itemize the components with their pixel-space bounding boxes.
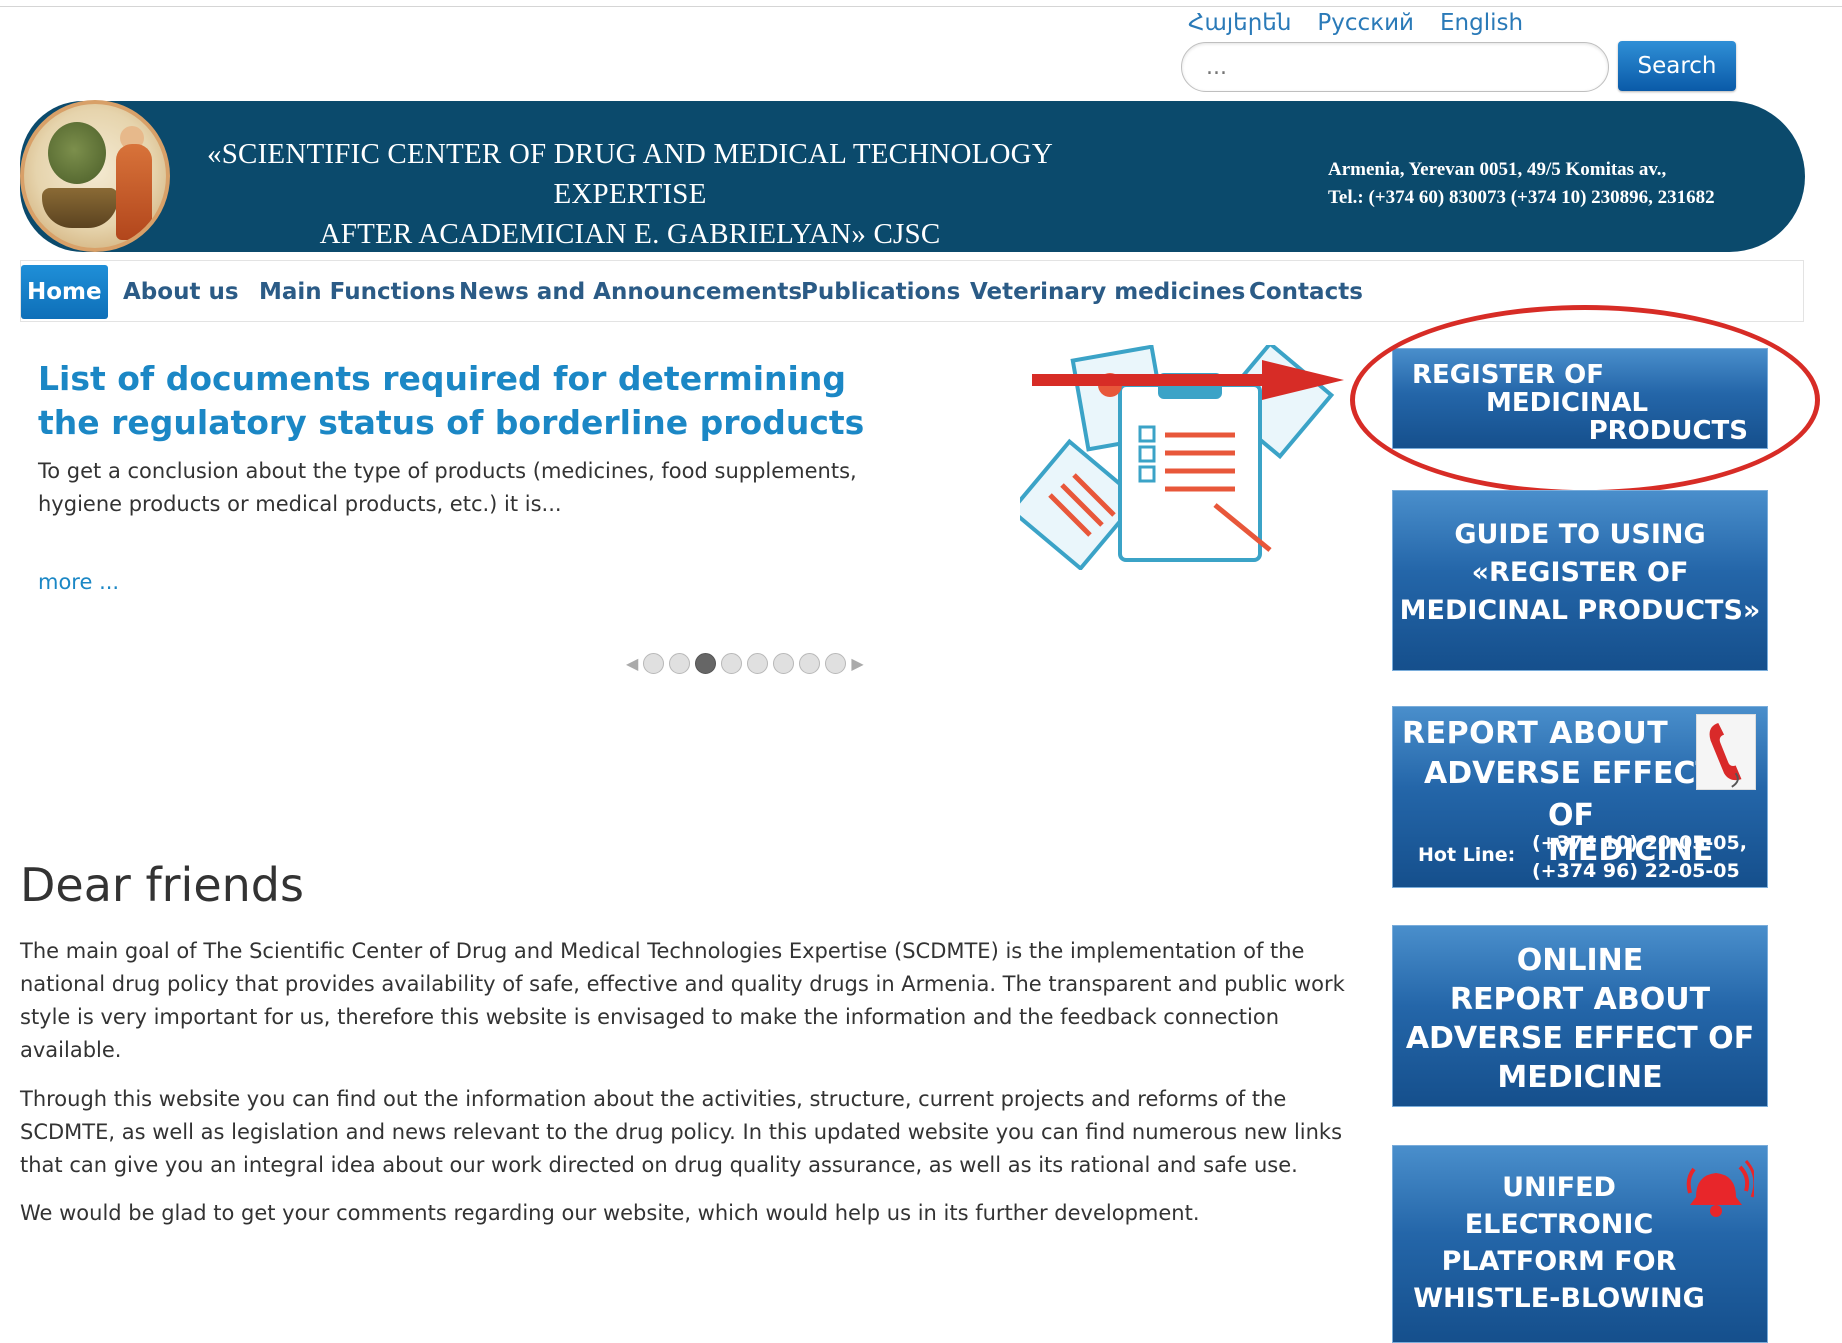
nav-news-announcements[interactable]: News and Announcements bbox=[459, 261, 802, 323]
page-heading: Dear friends bbox=[20, 858, 304, 912]
intro-paragraph-3: We would be glad to get your comments re… bbox=[20, 1201, 1200, 1225]
slide-more-link[interactable]: more ... bbox=[38, 570, 119, 594]
online-banner-line4: MEDICINE bbox=[1497, 1060, 1663, 1095]
nav-publications[interactable]: Publications bbox=[801, 261, 960, 323]
top-divider bbox=[0, 6, 1842, 7]
whistle-blowing-platform-banner[interactable]: UNIFED ELECTRONIC PLATFORM FOR WHISTLE-B… bbox=[1392, 1145, 1768, 1343]
guide-banner-line1: GUIDE TO USING bbox=[1454, 519, 1706, 550]
whistle-banner-line4: WHISTLE-BLOWING bbox=[1413, 1283, 1705, 1314]
nav-main-functions[interactable]: Main Functions bbox=[259, 261, 455, 323]
annotation-arrow-icon bbox=[1032, 360, 1344, 400]
annotation-highlight-ellipse bbox=[1350, 305, 1820, 495]
nav-contacts[interactable]: Contacts bbox=[1249, 261, 1363, 323]
hotline-phone-2: (+374 96) 22-05-05 bbox=[1532, 860, 1740, 882]
whistle-banner-text: UNIFED ELECTRONIC PLATFORM FOR WHISTLE-B… bbox=[1392, 1169, 1726, 1317]
intro-paragraph-1: The main goal of The Scientific Center o… bbox=[20, 939, 1345, 1062]
online-banner-line1: ONLINE bbox=[1516, 943, 1644, 978]
slider-dot[interactable] bbox=[825, 652, 847, 674]
lang-russian[interactable]: Русский bbox=[1317, 10, 1414, 42]
slider-pagination: ◀ ▶ bbox=[626, 652, 864, 674]
nav-home[interactable]: Home bbox=[21, 265, 108, 319]
logo-tree-icon bbox=[48, 122, 106, 184]
site-title: «SCIENTIFIC CENTER OF DRUG AND MEDICAL T… bbox=[200, 134, 1060, 254]
intro-paragraph-2: Through this website you can find out th… bbox=[20, 1087, 1343, 1177]
online-banner-line2: REPORT ABOUT bbox=[1449, 982, 1711, 1017]
search-input[interactable] bbox=[1181, 42, 1609, 92]
alarm-bell-icon bbox=[1686, 1160, 1754, 1217]
language-switcher: Հայերեն Русский English bbox=[1188, 10, 1523, 42]
slider-dot-active[interactable] bbox=[695, 652, 717, 674]
lang-armenian[interactable]: Հայերեն bbox=[1188, 10, 1291, 42]
whistle-banner-line3: PLATFORM FOR bbox=[1441, 1246, 1677, 1277]
lang-english[interactable]: English bbox=[1440, 10, 1523, 42]
site-logo[interactable] bbox=[20, 100, 170, 252]
slider-prev-icon[interactable]: ◀ bbox=[626, 654, 638, 673]
header-address: Armenia, Yerevan 0051, 49/5 Komitas av., bbox=[1328, 159, 1667, 180]
telephone-icon bbox=[1696, 714, 1756, 790]
slider-dot[interactable] bbox=[721, 652, 743, 674]
header-contacts: Armenia, Yerevan 0051, 49/5 Komitas av.,… bbox=[1328, 156, 1808, 212]
hotline-phone-1: (+374 10) 20-05-05, bbox=[1532, 832, 1747, 854]
nav-veterinary-medicines[interactable]: Veterinary medicines bbox=[970, 261, 1245, 323]
hotline-label: Hot Line: bbox=[1418, 844, 1516, 866]
search-button[interactable]: Search bbox=[1618, 41, 1736, 91]
slide-text: To get a conclusion about the type of pr… bbox=[38, 459, 857, 516]
slider-dot[interactable] bbox=[799, 652, 821, 674]
report-banner-line2: ADVERSE EFFECT bbox=[1424, 756, 1716, 791]
whistle-banner-line1: UNIFED bbox=[1502, 1172, 1616, 1203]
guide-register-banner[interactable]: GUIDE TO USING «REGISTER OF MEDICINAL PR… bbox=[1392, 490, 1768, 671]
slide-title[interactable]: List of documents required for determini… bbox=[38, 357, 898, 445]
slider-dot[interactable] bbox=[643, 652, 665, 674]
online-report-adverse-effect-banner[interactable]: ONLINE REPORT ABOUT ADVERSE EFFECT OF ME… bbox=[1392, 925, 1768, 1107]
logo-figure-icon bbox=[116, 144, 152, 240]
site-title-line2: AFTER ACADEMICIAN E. GABRIELYAN» CJSC bbox=[319, 218, 941, 250]
report-banner-line1: REPORT ABOUT bbox=[1402, 716, 1669, 751]
guide-banner-line2: «REGISTER OF bbox=[1471, 557, 1689, 588]
slider-dot[interactable] bbox=[747, 652, 769, 674]
site-title-line1: «SCIENTIFIC CENTER OF DRUG AND MEDICAL T… bbox=[207, 138, 1053, 210]
header-phones: Tel.: (+374 60) 830073 (+374 10) 230896,… bbox=[1328, 187, 1715, 208]
logo-pot-icon bbox=[42, 188, 118, 228]
nav-about-us[interactable]: About us bbox=[123, 261, 239, 323]
online-banner-line3: ADVERSE EFFECT OF bbox=[1405, 1021, 1755, 1056]
slider-dot[interactable] bbox=[669, 652, 691, 674]
slider-next-icon[interactable]: ▶ bbox=[851, 654, 863, 673]
slider-dot[interactable] bbox=[773, 652, 795, 674]
whistle-banner-line2: ELECTRONIC bbox=[1464, 1209, 1654, 1240]
report-adverse-effect-banner[interactable]: REPORT ABOUT ADVERSE EFFECT OF MEDICINE … bbox=[1392, 706, 1768, 888]
guide-banner-line3: MEDICINAL PRODUCTS» bbox=[1399, 595, 1761, 626]
